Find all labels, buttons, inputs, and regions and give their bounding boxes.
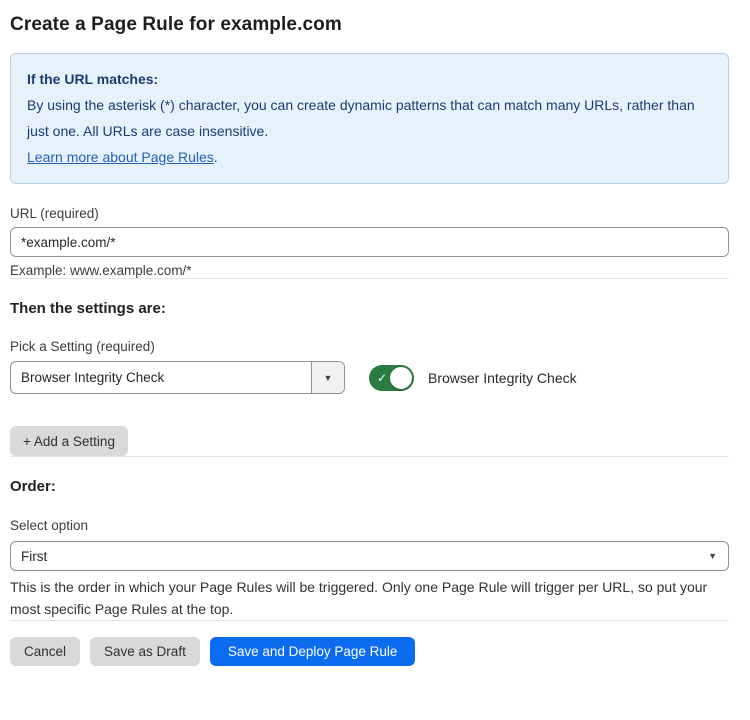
setting-dropdown[interactable]: Browser Integrity Check ▼ — [10, 361, 345, 394]
order-select-wrap: First ▼ — [10, 541, 729, 571]
pick-setting-label: Pick a Setting (required) — [10, 339, 729, 354]
order-select-value: First — [21, 549, 47, 564]
order-section: Order: Select option First ▼ This is the… — [10, 478, 729, 620]
order-heading: Order: — [10, 478, 729, 495]
settings-section: Then the settings are: Pick a Setting (r… — [10, 300, 729, 456]
order-help-text: This is the order in which your Page Rul… — [10, 576, 729, 620]
setting-dropdown-caret-button[interactable]: ▼ — [311, 362, 344, 393]
page-title: Create a Page Rule for example.com — [10, 14, 729, 36]
toggle-label: Browser Integrity Check — [428, 370, 577, 386]
create-page-rule-form: Create a Page Rule for example.com If th… — [0, 0, 750, 666]
save-as-draft-button[interactable]: Save as Draft — [90, 637, 200, 666]
check-icon: ✓ — [377, 372, 387, 384]
cancel-button[interactable]: Cancel — [10, 637, 80, 666]
info-box-link-line: Learn more about Page Rules. — [27, 144, 712, 170]
save-and-deploy-button[interactable]: Save and Deploy Page Rule — [210, 637, 416, 666]
order-select-label: Select option — [10, 518, 729, 533]
url-match-info-box: If the URL matches: By using the asteris… — [10, 53, 729, 184]
toggle-knob — [390, 367, 412, 389]
info-box-heading: If the URL matches: — [27, 66, 712, 92]
divider — [10, 278, 729, 279]
url-helper-text: Example: www.example.com/* — [10, 263, 729, 278]
divider — [10, 620, 729, 621]
settings-heading: Then the settings are: — [10, 300, 729, 317]
order-select[interactable]: First — [10, 541, 729, 571]
learn-more-link[interactable]: Learn more about Page Rules — [27, 149, 214, 165]
setting-dropdown-value: Browser Integrity Check — [11, 362, 311, 393]
add-setting-button[interactable]: + Add a Setting — [10, 426, 128, 456]
link-suffix: . — [214, 149, 218, 165]
divider — [10, 456, 729, 457]
info-box-body: By using the asterisk (*) character, you… — [27, 92, 712, 144]
browser-integrity-toggle[interactable]: ✓ — [369, 365, 414, 391]
url-input[interactable] — [10, 227, 729, 257]
chevron-down-icon: ▼ — [324, 373, 333, 383]
setting-row: Browser Integrity Check ▼ ✓ Browser Inte… — [10, 361, 729, 394]
footer-actions: Cancel Save as Draft Save and Deploy Pag… — [10, 637, 729, 666]
url-field-group: URL (required) Example: www.example.com/… — [10, 206, 729, 278]
url-field-label: URL (required) — [10, 206, 729, 221]
